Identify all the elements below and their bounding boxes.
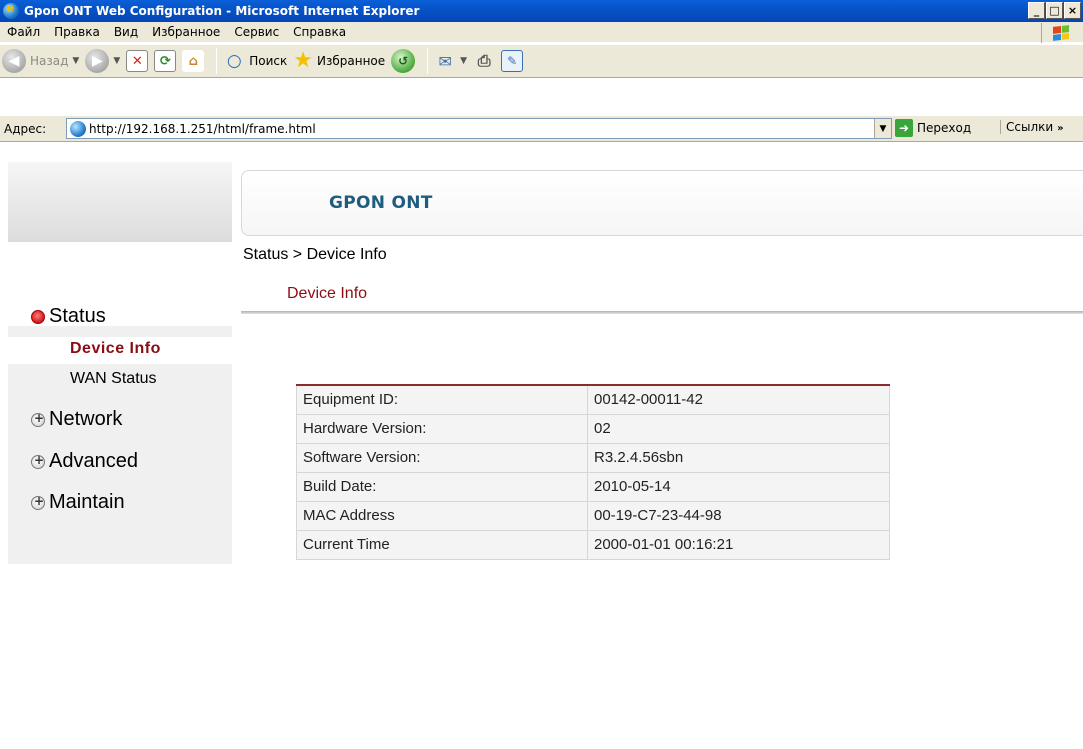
- sidebar-item-label: Maintain: [49, 491, 125, 513]
- links-button[interactable]: Ссылки»: [1000, 120, 1064, 134]
- row-label: Hardware Version:: [296, 413, 588, 444]
- minimize-button[interactable]: _: [1028, 2, 1045, 19]
- links-label: Ссылки: [1006, 120, 1054, 134]
- device-info-table: Equipment ID: 00142-00011-42 Hardware Ve…: [296, 384, 890, 560]
- search-icon: ○: [226, 51, 242, 71]
- home-icon: ⌂: [182, 50, 205, 72]
- stop-icon: ✕: [126, 50, 149, 72]
- sidebar-item-label: Network: [49, 408, 123, 430]
- maximize-button[interactable]: □: [1046, 2, 1063, 19]
- refresh-button[interactable]: ⟳: [154, 50, 177, 72]
- refresh-icon: ⟳: [154, 50, 177, 72]
- ie-icon: [3, 1, 19, 19]
- menu-tools[interactable]: Сервис: [227, 25, 286, 39]
- mail-button[interactable]: ✉ ▼: [434, 50, 467, 72]
- edit-icon: ✎: [501, 50, 524, 72]
- table-row: Equipment ID: 00142-00011-42: [296, 384, 890, 415]
- page-viewport: GPON ONT Status > Device Info Device Inf…: [0, 143, 1083, 749]
- collapse-bullet-icon: [31, 309, 45, 324]
- sidebar-subitem-device-info[interactable]: Device Info: [70, 340, 161, 358]
- menu-view[interactable]: Вид: [107, 25, 145, 39]
- menu-file[interactable]: Файл: [0, 25, 47, 39]
- go-arrow-icon: ➜: [895, 119, 913, 137]
- address-url[interactable]: http://192.168.1.251/html/frame.html: [89, 122, 316, 136]
- toolbar-separator: [216, 48, 218, 74]
- row-value: 2000-01-01 00:16:21: [587, 529, 890, 560]
- forward-arrow-icon: ▶: [85, 49, 110, 73]
- expand-bullet-icon: [31, 411, 45, 427]
- sidebar-item-network[interactable]: Network: [31, 408, 122, 431]
- search-button[interactable]: ○ Поиск: [223, 50, 287, 72]
- toolbar-separator: [427, 48, 429, 74]
- address-dropdown-button[interactable]: ▼: [874, 119, 891, 138]
- expand-bullet-icon: [31, 494, 45, 510]
- menu-favorites[interactable]: Избранное: [145, 25, 227, 39]
- row-label: MAC Address: [296, 500, 588, 531]
- back-button[interactable]: ◀ Назад ▼: [2, 49, 79, 73]
- go-label: Переход: [917, 121, 972, 135]
- favorites-label: Избранное: [317, 54, 386, 68]
- expand-bullet-icon: [31, 453, 45, 469]
- forward-button[interactable]: ▶ ▼: [85, 49, 120, 73]
- sidebar-item-advanced[interactable]: Advanced: [31, 450, 138, 473]
- print-button[interactable]: ⎙: [473, 50, 495, 72]
- window-titlebar[interactable]: Gpon ONT Web Configuration - Microsoft I…: [0, 0, 1083, 22]
- home-button[interactable]: ⌂: [182, 50, 205, 72]
- row-label: Equipment ID:: [296, 384, 588, 415]
- stop-button[interactable]: ✕: [126, 50, 149, 72]
- row-label: Software Version:: [296, 442, 588, 473]
- section-title: Device Info: [287, 285, 368, 302]
- go-button[interactable]: ➜ Переход: [895, 119, 971, 137]
- mail-icon: ✉: [438, 51, 452, 71]
- row-value: 2010-05-14: [587, 471, 890, 502]
- address-bar: Адрес: http://192.168.1.251/html/frame.h…: [0, 116, 1083, 142]
- row-value: 00-19-C7-23-44-98: [587, 500, 890, 531]
- window-title: Gpon ONT Web Configuration - Microsoft I…: [24, 4, 420, 18]
- chevron-down-icon: ▼: [460, 56, 468, 66]
- menu-help[interactable]: Справка: [286, 25, 353, 39]
- chevron-down-icon: ▼: [113, 56, 121, 66]
- toolbar: ◀ Назад ▼ ▶ ▼ ✕ ⟳ ⌂ ○ Поиск ★ Избранное …: [0, 44, 1083, 78]
- sidebar-item-label: Status: [49, 305, 106, 327]
- back-label: Назад: [30, 54, 69, 68]
- nav-header: [8, 162, 232, 242]
- print-icon: ⎙: [477, 51, 491, 70]
- back-arrow-icon: ◀: [2, 49, 26, 73]
- chevron-down-icon: ▼: [72, 56, 80, 66]
- row-value: 02: [587, 413, 890, 444]
- search-label: Поиск: [249, 54, 288, 68]
- row-label: Build Date:: [296, 471, 588, 502]
- breadcrumb: Status > Device Info: [243, 246, 387, 263]
- page-header: GPON ONT: [241, 170, 1083, 236]
- table-row: Current Time 2000-01-01 00:16:21: [296, 529, 890, 560]
- row-value: R3.2.4.56sbn: [587, 442, 890, 473]
- address-input[interactable]: http://192.168.1.251/html/frame.html ▼: [66, 118, 892, 139]
- sidebar-subitem-wan-status[interactable]: WAN Status: [70, 370, 157, 388]
- star-icon: ★: [293, 48, 314, 73]
- history-icon: ↺: [391, 49, 416, 73]
- sidebar-item-label: Advanced: [49, 450, 138, 472]
- table-row: Software Version: R3.2.4.56sbn: [296, 442, 890, 473]
- address-label: Адрес:: [4, 121, 47, 136]
- table-row: Hardware Version: 02: [296, 413, 890, 444]
- chevron-right-icon: »: [1057, 123, 1064, 134]
- windows-logo-icon: [1041, 23, 1079, 43]
- favorites-button[interactable]: ★ Избранное: [293, 50, 385, 72]
- section-divider: [241, 311, 1083, 314]
- sidebar-item-status[interactable]: Status: [31, 305, 106, 328]
- menu-edit[interactable]: Правка: [47, 25, 107, 39]
- close-button[interactable]: ×: [1064, 2, 1081, 19]
- table-row: Build Date: 2010-05-14: [296, 471, 890, 502]
- table-row: MAC Address 00-19-C7-23-44-98: [296, 500, 890, 531]
- menu-bar: Файл Правка Вид Избранное Сервис Справка: [0, 22, 1083, 43]
- edit-button[interactable]: ✎: [501, 50, 524, 72]
- history-button[interactable]: ↺: [391, 49, 416, 73]
- sidebar-item-maintain[interactable]: Maintain: [31, 491, 125, 514]
- row-value: 00142-00011-42: [587, 384, 890, 415]
- row-label: Current Time: [296, 529, 588, 560]
- window-controls: _ □ ×: [1028, 2, 1081, 19]
- brand-title: GPON ONT: [329, 193, 433, 213]
- page-icon: [70, 120, 86, 137]
